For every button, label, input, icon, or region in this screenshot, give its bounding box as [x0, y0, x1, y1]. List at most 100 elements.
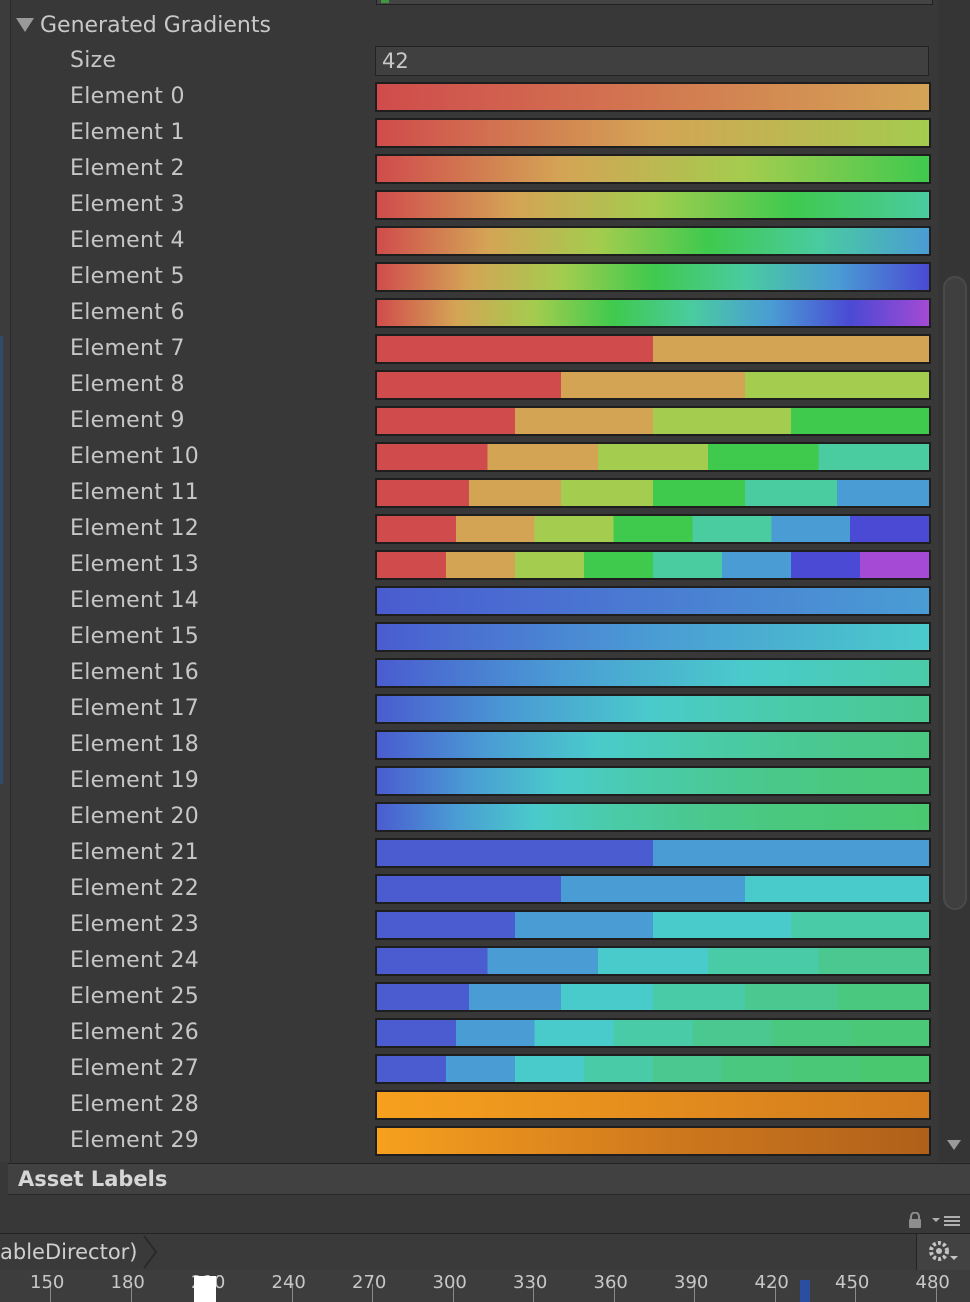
breadcrumb-label: ableDirector)	[0, 1240, 138, 1264]
gradient-element-row: Element 16	[0, 655, 935, 691]
element-label: Element 18	[70, 732, 200, 757]
element-label: Element 8	[70, 372, 185, 397]
gradient-field[interactable]	[375, 802, 931, 832]
gradient-field[interactable]	[375, 946, 931, 976]
gradient-field[interactable]	[375, 190, 931, 220]
gradient-field[interactable]	[375, 910, 931, 940]
size-label: Size	[70, 48, 117, 73]
gradient-field[interactable]	[375, 514, 931, 544]
foldout-triangle-icon[interactable]	[16, 18, 34, 32]
element-label: Element 12	[70, 516, 200, 541]
gradient-element-row: Element 5	[0, 259, 935, 295]
gradient-element-row: Element 3	[0, 187, 935, 223]
previous-field-marker	[381, 0, 389, 3]
gradient-element-row: Element 18	[0, 727, 935, 763]
gradient-field[interactable]	[375, 658, 931, 688]
timeline-playhead[interactable]	[194, 1276, 216, 1302]
gradient-field[interactable]	[375, 298, 931, 328]
gradient-field[interactable]	[375, 766, 931, 796]
gradient-element-row: Element 11	[0, 475, 935, 511]
element-label: Element 17	[70, 696, 200, 721]
ruler-tick-label: 450	[835, 1272, 870, 1293]
gear-icon	[929, 1241, 958, 1261]
gradient-field[interactable]	[375, 154, 931, 184]
gradient-field[interactable]	[375, 874, 931, 904]
gradient-field[interactable]	[375, 226, 931, 256]
timeline-ruler[interactable]: 150180210240270300330360390420450480	[0, 1270, 970, 1302]
ruler-tick-label: 150	[30, 1272, 65, 1293]
asset-labels-header[interactable]: Asset Labels	[8, 1163, 970, 1195]
element-label: Element 9	[70, 408, 185, 433]
gradient-element-row: Element 4	[0, 223, 935, 259]
breadcrumb-item[interactable]: ableDirector)	[0, 1234, 160, 1270]
breadcrumb-separator-icon	[143, 1235, 158, 1269]
element-label: Element 23	[70, 912, 200, 937]
gradient-field[interactable]	[375, 1018, 931, 1048]
element-label: Element 5	[70, 264, 185, 289]
gradient-field[interactable]	[375, 1126, 931, 1156]
gradient-field[interactable]	[375, 262, 931, 292]
gradient-field[interactable]	[375, 82, 931, 112]
element-label: Element 4	[70, 228, 185, 253]
gradient-element-row: Element 21	[0, 835, 935, 871]
gradient-field[interactable]	[375, 370, 931, 400]
generated-gradients-foldout[interactable]: Generated Gradients	[16, 10, 271, 40]
gradient-element-row: Element 27	[0, 1051, 935, 1087]
size-input[interactable]: 42	[375, 46, 929, 76]
gradient-element-row: Element 14	[0, 583, 935, 619]
gradient-field[interactable]	[375, 334, 931, 364]
gradient-element-row: Element 28	[0, 1087, 935, 1123]
gradient-field[interactable]	[375, 406, 931, 436]
element-label: Element 28	[70, 1092, 200, 1117]
panel-menu-icon[interactable]	[932, 1214, 962, 1228]
element-label: Element 10	[70, 444, 200, 469]
element-label: Element 27	[70, 1056, 200, 1081]
timeline-marker[interactable]	[800, 1280, 810, 1302]
gradient-element-row: Element 0	[0, 79, 935, 115]
gradient-element-row: Element 20	[0, 799, 935, 835]
gradient-element-row: Element 19	[0, 763, 935, 799]
gradient-field[interactable]	[375, 1054, 931, 1084]
element-label: Element 15	[70, 624, 200, 649]
element-label: Element 14	[70, 588, 200, 613]
gradient-field[interactable]	[375, 838, 931, 868]
ruler-tick-label: 240	[271, 1272, 306, 1293]
foldout-label: Generated Gradients	[40, 12, 271, 38]
element-label: Element 0	[70, 84, 185, 109]
gradient-field[interactable]	[375, 982, 931, 1012]
gradient-field[interactable]	[375, 478, 931, 508]
gradient-field[interactable]	[375, 730, 931, 760]
ruler-tick-label: 390	[674, 1272, 709, 1293]
gradient-element-row: Element 7	[0, 331, 935, 367]
settings-button[interactable]	[916, 1234, 970, 1270]
gradient-field[interactable]	[375, 550, 931, 580]
element-label: Element 3	[70, 192, 185, 217]
element-label: Element 19	[70, 768, 200, 793]
gradient-field[interactable]	[375, 118, 931, 148]
lock-icon[interactable]	[908, 1212, 922, 1228]
ruler-tick-label: 480	[915, 1272, 950, 1293]
gradient-element-row: Element 2	[0, 151, 935, 187]
element-label: Element 11	[70, 480, 200, 505]
gradient-field[interactable]	[375, 694, 931, 724]
empty-panel-area	[0, 1195, 970, 1233]
element-label: Element 21	[70, 840, 200, 865]
gradient-field[interactable]	[375, 586, 931, 616]
scroll-down-arrow-icon[interactable]	[947, 1140, 961, 1150]
previous-field-edge	[376, 0, 933, 5]
element-label: Element 2	[70, 156, 185, 181]
gradient-element-row: Element 13	[0, 547, 935, 583]
element-label: Element 24	[70, 948, 200, 973]
scrollbar-thumb[interactable]	[943, 276, 967, 910]
element-label: Element 26	[70, 1020, 200, 1045]
element-label: Element 13	[70, 552, 200, 577]
element-label: Element 16	[70, 660, 200, 685]
gradient-field[interactable]	[375, 622, 931, 652]
gradient-element-row: Element 9	[0, 403, 935, 439]
gradient-field[interactable]	[375, 1090, 931, 1120]
breadcrumb-bar: ableDirector)	[0, 1233, 970, 1271]
element-label: Element 25	[70, 984, 200, 1009]
gradient-field[interactable]	[375, 442, 931, 472]
ruler-tick-label: 330	[513, 1272, 548, 1293]
element-label: Element 20	[70, 804, 200, 829]
